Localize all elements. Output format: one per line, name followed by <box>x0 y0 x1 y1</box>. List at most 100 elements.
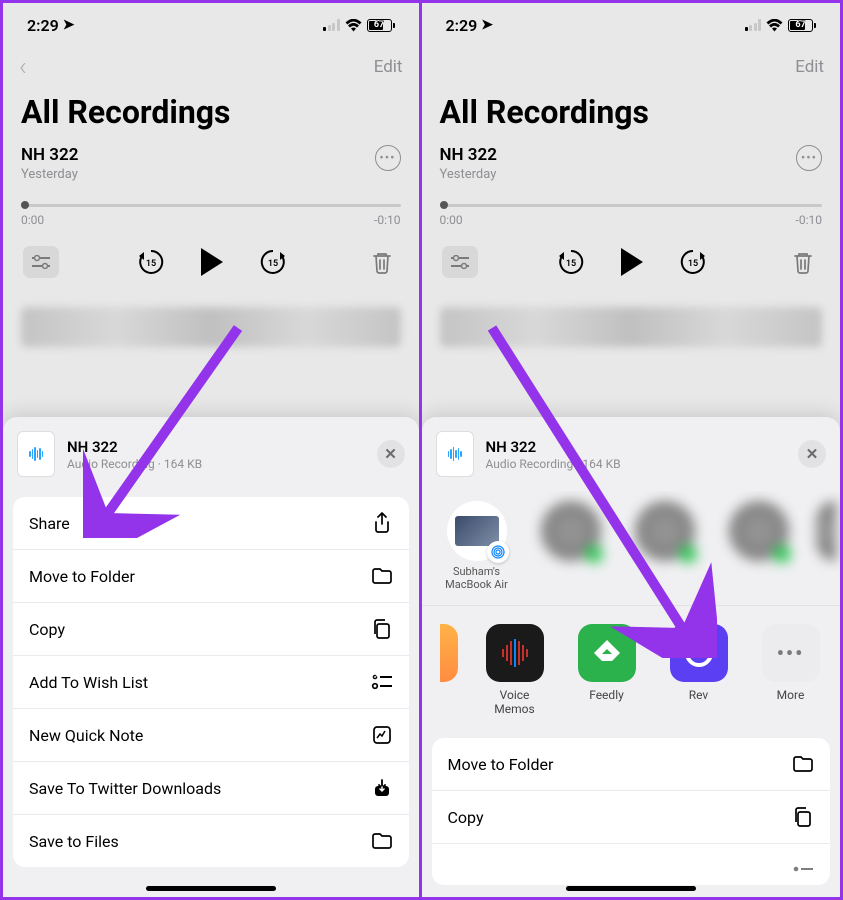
time-elapsed: 0:00 <box>21 213 44 227</box>
voice-memos-icon <box>486 624 544 682</box>
action-sheet: NH 322 Audio Recording · 164 KB ✕ Share … <box>3 417 419 897</box>
nav-bar: ‹ Edit <box>422 47 841 87</box>
cellular-signal-icon <box>323 19 340 31</box>
playback-progress[interactable]: 0:00 -0:10 <box>21 204 401 227</box>
recording-title: NH 322 <box>21 145 78 165</box>
more-button[interactable]: ••• <box>796 145 822 171</box>
app-label: Feedly <box>572 688 642 702</box>
delete-button[interactable] <box>365 245 399 279</box>
status-time: 2:29 <box>446 16 478 35</box>
redacted-row <box>440 307 823 347</box>
move-folder-action[interactable]: Move to Folder <box>13 550 409 603</box>
wishlist-icon <box>371 671 393 693</box>
recording-title: NH 322 <box>440 145 497 165</box>
app-partial[interactable] <box>440 624 458 688</box>
svg-text:15: 15 <box>566 259 576 269</box>
share-sheet: NH 322 Audio Recording · 164 KB ✕ Subham… <box>422 417 841 897</box>
move-folder-action[interactable]: Move to Folder <box>432 738 831 791</box>
airdrop-contact[interactable] <box>628 501 702 565</box>
app-label: Voice Memos <box>480 688 550 716</box>
page-title: All Recordings <box>422 87 841 145</box>
playback-progress[interactable]: 0:00 -0:10 <box>440 204 823 227</box>
wishlist-action[interactable]: Add To Wish List <box>13 656 409 709</box>
time-elapsed: 0:00 <box>440 213 463 227</box>
app-share-row: Voice Memos Feedly Rev ••• More <box>422 606 841 732</box>
recording-date: Yesterday <box>21 167 78 182</box>
share-action[interactable]: Share <box>13 497 409 550</box>
sheet-file-name: NH 322 <box>67 438 202 456</box>
save-files-action[interactable]: Save to Files <box>13 815 409 867</box>
close-button[interactable]: ✕ <box>798 440 826 468</box>
page-title: All Recordings <box>3 87 419 145</box>
screen-left: 2:29 ➤ 67 ‹ Edit All Recordings <box>3 3 422 897</box>
options-button[interactable] <box>442 246 478 278</box>
rev-app[interactable]: Rev <box>664 624 734 702</box>
home-indicator[interactable] <box>566 886 696 891</box>
copy-action[interactable]: Copy <box>432 791 831 844</box>
svg-text:15: 15 <box>146 259 156 269</box>
file-icon <box>17 431 55 477</box>
delete-button[interactable] <box>786 245 820 279</box>
airdrop-contact[interactable] <box>722 501 796 565</box>
quicknote-icon <box>371 724 393 746</box>
redacted-row <box>21 307 401 347</box>
play-button[interactable] <box>201 248 223 276</box>
location-icon: ➤ <box>63 17 75 33</box>
status-time: 2:29 <box>27 16 59 35</box>
quicknote-action[interactable]: New Quick Note <box>13 709 409 762</box>
play-button[interactable] <box>621 248 643 276</box>
airdrop-device[interactable]: Subham's MacBook Air <box>440 501 514 591</box>
copy-icon <box>371 618 393 640</box>
wifi-icon <box>345 19 362 32</box>
recording-card: NH 322 Yesterday ••• 0:00 -0:10 15 <box>422 145 841 289</box>
copy-action[interactable]: Copy <box>13 603 409 656</box>
wishlist-icon <box>792 859 814 881</box>
recording-card: NH 322 Yesterday ••• 0:00 -0:10 15 <box>3 145 419 289</box>
sheet-file-meta: Audio Recording · 164 KB <box>67 457 202 471</box>
feedly-app[interactable]: Feedly <box>572 624 642 702</box>
action-menu: Share Move to Folder Copy <box>13 497 409 867</box>
folder-icon <box>792 753 814 775</box>
airdrop-row: Subham's MacBook Air <box>422 491 841 606</box>
home-indicator[interactable] <box>146 886 276 891</box>
skip-forward-button[interactable]: 15 <box>259 248 287 276</box>
more-button[interactable]: ••• <box>375 145 401 171</box>
sheet-file-meta: Audio Recording · 164 KB <box>486 457 621 471</box>
skip-back-button[interactable]: 15 <box>137 248 165 276</box>
file-icon <box>436 431 474 477</box>
close-button[interactable]: ✕ <box>377 440 405 468</box>
battery-icon: 67 <box>788 19 816 32</box>
airdrop-contact[interactable] <box>816 501 836 565</box>
action-menu: Move to Folder Copy <box>432 738 831 885</box>
screen-right: 2:29 ➤ 67 ‹ Edit All Recordings <box>422 3 841 897</box>
twitter-download-action[interactable]: Save To Twitter Downloads <box>13 762 409 815</box>
more-apps[interactable]: ••• More <box>756 624 826 702</box>
player-controls: 15 15 <box>440 245 823 279</box>
share-icon <box>371 512 393 534</box>
skip-forward-button[interactable]: 15 <box>679 248 707 276</box>
airdrop-icon <box>487 541 509 563</box>
airdrop-label: Subham's MacBook Air <box>440 565 514 591</box>
airdrop-contact[interactable] <box>534 501 608 565</box>
app-label: Rev <box>664 688 734 702</box>
options-button[interactable] <box>23 246 59 278</box>
rev-icon <box>670 624 728 682</box>
battery-icon: 67 <box>367 19 395 32</box>
player-controls: 15 15 <box>21 245 401 279</box>
edit-button[interactable]: Edit <box>795 57 824 77</box>
app-label: More <box>756 688 826 702</box>
status-bar: 2:29 ➤ 67 <box>3 3 419 47</box>
status-bar: 2:29 ➤ 67 <box>422 3 841 47</box>
back-button[interactable]: ‹ <box>19 52 27 82</box>
voice-memos-app[interactable]: Voice Memos <box>480 624 550 716</box>
partial-action[interactable] <box>432 844 831 885</box>
time-remaining: -0:10 <box>374 213 400 227</box>
copy-icon <box>792 806 814 828</box>
cellular-signal-icon <box>745 19 762 31</box>
location-icon: ➤ <box>481 17 493 33</box>
download-icon <box>371 777 393 799</box>
edit-button[interactable]: Edit <box>374 57 403 77</box>
skip-back-button[interactable]: 15 <box>557 248 585 276</box>
more-icon: ••• <box>762 624 820 682</box>
time-remaining: -0:10 <box>796 213 822 227</box>
